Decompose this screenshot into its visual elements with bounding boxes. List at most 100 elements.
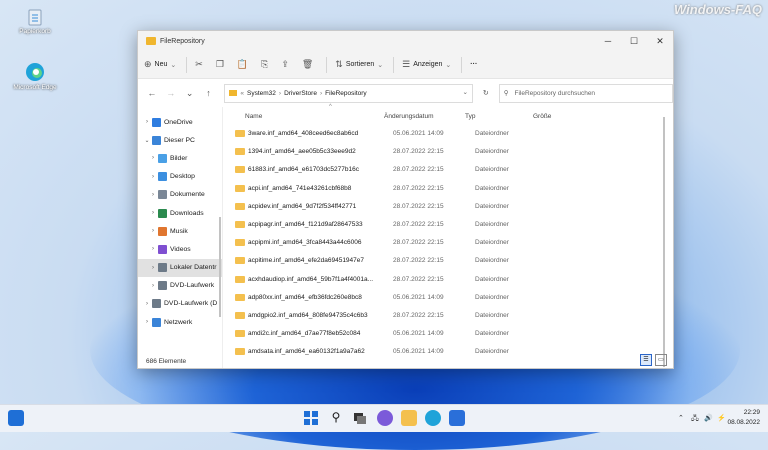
widgets-icon[interactable] <box>8 410 24 426</box>
store-icon[interactable] <box>449 410 465 426</box>
column-size[interactable]: Größe <box>533 113 551 120</box>
table-row[interactable]: adp80xx.inf_amd64_efb36fdc260e8bc8 05.06.… <box>223 289 673 307</box>
chevron-right-icon[interactable]: › <box>148 265 158 271</box>
table-row[interactable]: acpipmi.inf_amd64_3fca8443a44c6006 28.07.… <box>223 234 673 252</box>
table-row[interactable]: acpidev.inf_amd64_9d7f2f534ff42771 28.07.… <box>223 198 673 216</box>
battery-icon[interactable]: ⚡ <box>717 414 726 422</box>
scissors-icon: ✂ <box>195 59 203 69</box>
nav-item[interactable]: › DVD-Laufwerk (D <box>138 295 222 313</box>
chevron-right-icon[interactable]: › <box>148 155 158 161</box>
chevron-right-icon[interactable]: › <box>148 174 158 180</box>
file-date: 05.06.2021 14:09 <box>393 348 444 356</box>
volume-icon[interactable]: 🔊 <box>704 414 713 422</box>
sort-button[interactable]: ⇅ Sortieren ⌄ <box>335 59 383 70</box>
table-row[interactable]: amdi2c.inf_amd64_d7ae77f8eb52c084 05.06.2… <box>223 325 673 343</box>
file-name: amdi2c.inf_amd64_d7ae77f8eb52c084 <box>248 330 361 338</box>
forward-button[interactable]: → <box>163 88 179 98</box>
nav-item-icon <box>158 263 167 273</box>
paste-button[interactable]: 📋 <box>237 59 251 70</box>
nav-item-label: Dieser PC <box>164 136 195 144</box>
command-bar: ⊕ Neu ⌄ ✂ ❐ 📋 ⎘ ⇪ 🗑 ⇅ Sortieren ⌄ ☰ Anze… <box>138 51 673 79</box>
table-row[interactable]: amdgpio2.inf_amd64_808fe94735c4c6b3 28.07… <box>223 307 673 325</box>
title-bar[interactable]: FileRepository ─ ☐ ✕ <box>138 31 673 51</box>
nav-item[interactable]: › Desktop <box>138 168 222 186</box>
breadcrumb-system32[interactable]: System32 <box>247 90 276 97</box>
up-button[interactable]: ↑ <box>201 88 217 98</box>
chevron-right-icon[interactable]: › <box>142 319 152 325</box>
folder-icon <box>146 37 156 45</box>
search-input[interactable]: ⚲ FileRepository durchsuchen <box>498 83 674 103</box>
rename-button[interactable]: ⎘ <box>261 59 271 70</box>
cut-button[interactable]: ✂ <box>195 59 206 70</box>
nav-item[interactable]: › Downloads <box>138 204 222 222</box>
chevron-right-icon[interactable]: › <box>142 301 152 307</box>
tiles-view-button[interactable]: ▭ <box>655 354 667 366</box>
nav-item[interactable]: › Videos <box>138 240 222 258</box>
breadcrumb-driverstore[interactable]: DriverStore <box>284 90 317 97</box>
column-type[interactable]: Typ <box>465 113 475 120</box>
nav-item[interactable]: › DVD-Laufwerk <box>138 277 222 295</box>
table-row[interactable]: acpipagr.inf_amd64_f121d9af28647533 28.07… <box>223 216 673 234</box>
table-row[interactable]: 3ware.inf_amd64_408ceed6ec8ab6cd 05.06.20… <box>223 125 673 143</box>
maximize-button[interactable]: ☐ <box>621 31 647 51</box>
breadcrumb-filerepository[interactable]: FileRepository <box>325 90 367 97</box>
chevron-right-icon[interactable]: › <box>148 283 158 289</box>
start-button[interactable] <box>303 410 319 426</box>
chevron-right-icon[interactable]: › <box>148 246 158 252</box>
list-scrollbar[interactable] <box>663 117 665 367</box>
nav-item[interactable]: › Dokumente <box>138 186 222 204</box>
table-row[interactable]: amdsata.inf_amd64_ea60132f1a9a7a62 05.06.… <box>223 343 673 361</box>
table-row[interactable]: acpitime.inf_amd64_efe2da69451947e7 28.07… <box>223 252 673 270</box>
refresh-button[interactable]: ↻ <box>475 89 497 97</box>
nav-scrollbar[interactable] <box>219 217 221 317</box>
delete-button[interactable]: 🗑 <box>302 59 316 70</box>
new-button[interactable]: ⊕ Neu ⌄ <box>144 59 176 70</box>
nav-item[interactable]: ⌄ Dieser PC <box>138 131 222 149</box>
folder-icon <box>235 184 245 192</box>
chevron-right-icon[interactable]: › <box>142 119 152 125</box>
chevron-right-icon[interactable]: › <box>148 192 158 198</box>
nav-item-icon <box>158 153 167 163</box>
file-type: Dateiordner <box>475 184 509 192</box>
nav-item[interactable]: › Bilder <box>138 149 222 167</box>
chevron-right-icon[interactable]: › <box>148 228 158 234</box>
column-date[interactable]: Änderungsdatum <box>384 113 434 120</box>
file-type: Dateiordner <box>475 166 509 174</box>
chevron-right-icon[interactable]: › <box>148 210 158 216</box>
recent-button[interactable]: ⌄ <box>182 88 198 99</box>
share-button[interactable]: ⇪ <box>281 59 292 70</box>
table-row[interactable]: acxhdaudiop.inf_amd64_59b7f1a4f4001a... 2… <box>223 271 673 289</box>
more-button[interactable]: ··· <box>470 61 477 68</box>
copy-icon: ❐ <box>215 59 224 69</box>
desktop-icon-edge[interactable]: Microsoft Edge <box>11 62 59 91</box>
minimize-button[interactable]: ─ <box>595 31 621 51</box>
close-button[interactable]: ✕ <box>647 31 673 51</box>
table-row[interactable]: acpi.inf_amd64_741e43261cbf68b8 28.07.202… <box>223 180 673 198</box>
nav-item[interactable]: › Musik <box>138 222 222 240</box>
nav-item[interactable]: › OneDrive <box>138 113 222 131</box>
table-row[interactable]: 61883.inf_amd64_e61703dc5277b16c 28.07.20… <box>223 161 673 179</box>
search-icon[interactable]: ⚲ <box>328 410 344 426</box>
column-name[interactable]: Name <box>245 113 262 120</box>
chevron-down-icon[interactable]: ⌄ <box>142 137 152 144</box>
nav-item-icon <box>152 317 161 327</box>
nav-item-label: Videos <box>170 245 191 253</box>
view-button[interactable]: ☰ Anzeigen ⌄ <box>402 59 451 70</box>
table-row[interactable]: 1394.inf_amd64_aee05b5c33eee9d2 28.07.202… <box>223 143 673 161</box>
details-view-button[interactable]: ☰ <box>640 354 652 366</box>
back-button[interactable]: ← <box>144 88 160 98</box>
desktop-icon-recycle-bin[interactable]: Papierkorb <box>11 6 59 35</box>
network-icon[interactable]: 🖧 <box>691 414 699 425</box>
address-bar[interactable]: « System32 › DriverStore › FileRepositor… <box>224 83 473 103</box>
file-type: Dateiordner <box>475 148 509 156</box>
nav-item[interactable]: › Lokaler Datentr <box>138 258 222 277</box>
clock[interactable]: 22:29 08.08.2022 <box>727 408 760 428</box>
chat-icon[interactable] <box>377 410 393 426</box>
file-explorer-icon[interactable] <box>401 410 417 426</box>
task-view-icon[interactable] <box>352 410 368 426</box>
chevron-up-icon[interactable]: ⌃ <box>678 414 684 422</box>
copy-button[interactable]: ❐ <box>216 59 227 70</box>
chevron-down-icon[interactable]: ⌄ <box>462 88 467 96</box>
nav-item[interactable]: › Netzwerk <box>138 313 222 331</box>
edge-icon[interactable] <box>425 410 441 426</box>
